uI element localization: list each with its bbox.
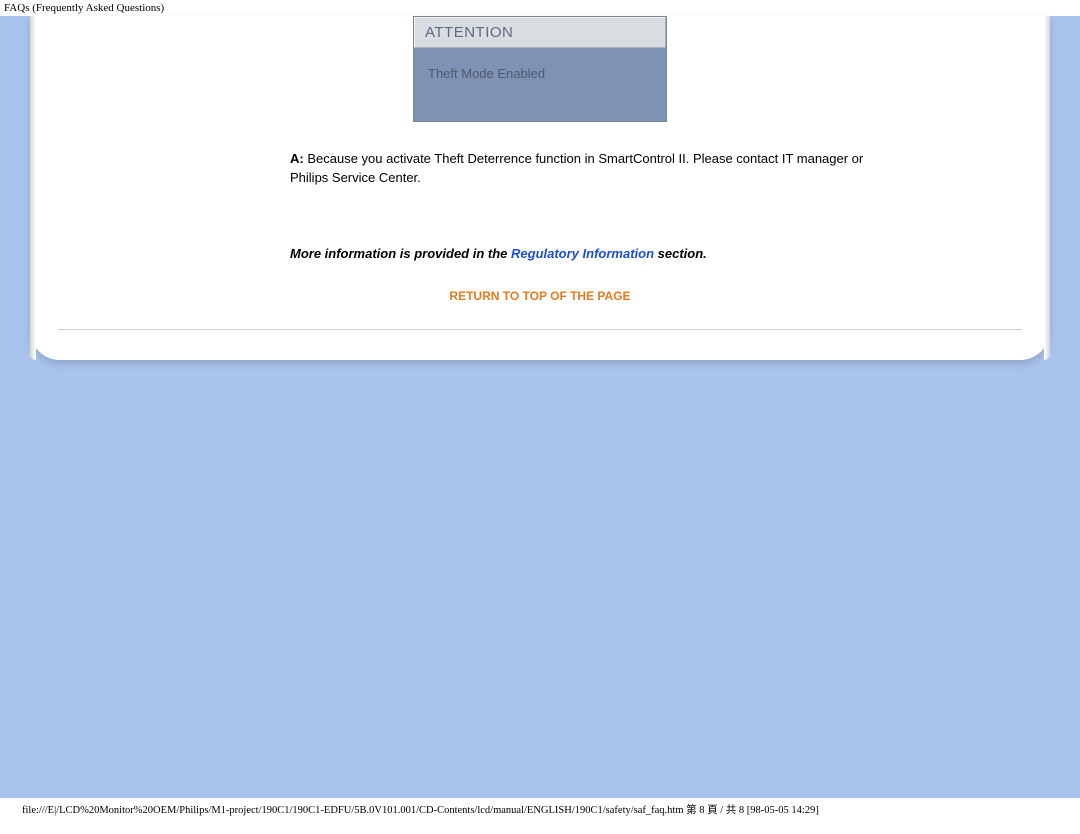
more-info: More information is provided in the Regu…	[50, 246, 1030, 261]
answer-text: Because you activate Theft Deterrence fu…	[290, 151, 863, 185]
regulatory-information-link[interactable]: Regulatory Information	[511, 246, 654, 261]
dialog-wrapper: ATTENTION Theft Mode Enabled	[50, 16, 1030, 122]
attention-dialog: ATTENTION Theft Mode Enabled	[413, 16, 667, 122]
dialog-body: Theft Mode Enabled	[414, 48, 666, 121]
divider	[58, 329, 1022, 330]
return-to-top-link[interactable]: RETURN TO TOP OF THE PAGE	[50, 289, 1030, 303]
page-background: ATTENTION Theft Mode Enabled A: Because …	[0, 16, 1080, 798]
content-card: ATTENTION Theft Mode Enabled A: Because …	[30, 16, 1050, 360]
blue-filler	[30, 360, 1050, 798]
dialog-title: ATTENTION	[414, 17, 666, 48]
more-info-prefix: More information is provided in the	[290, 246, 511, 261]
footer-path: file:///E|/LCD%20Monitor%20OEM/Philips/M…	[0, 798, 1080, 823]
answer-label: A:	[290, 151, 304, 166]
more-info-suffix: section.	[654, 246, 707, 261]
page-title: FAQs (Frequently Asked Questions)	[0, 0, 1080, 14]
answer-block: A: Because you activate Theft Deterrence…	[50, 150, 1030, 188]
